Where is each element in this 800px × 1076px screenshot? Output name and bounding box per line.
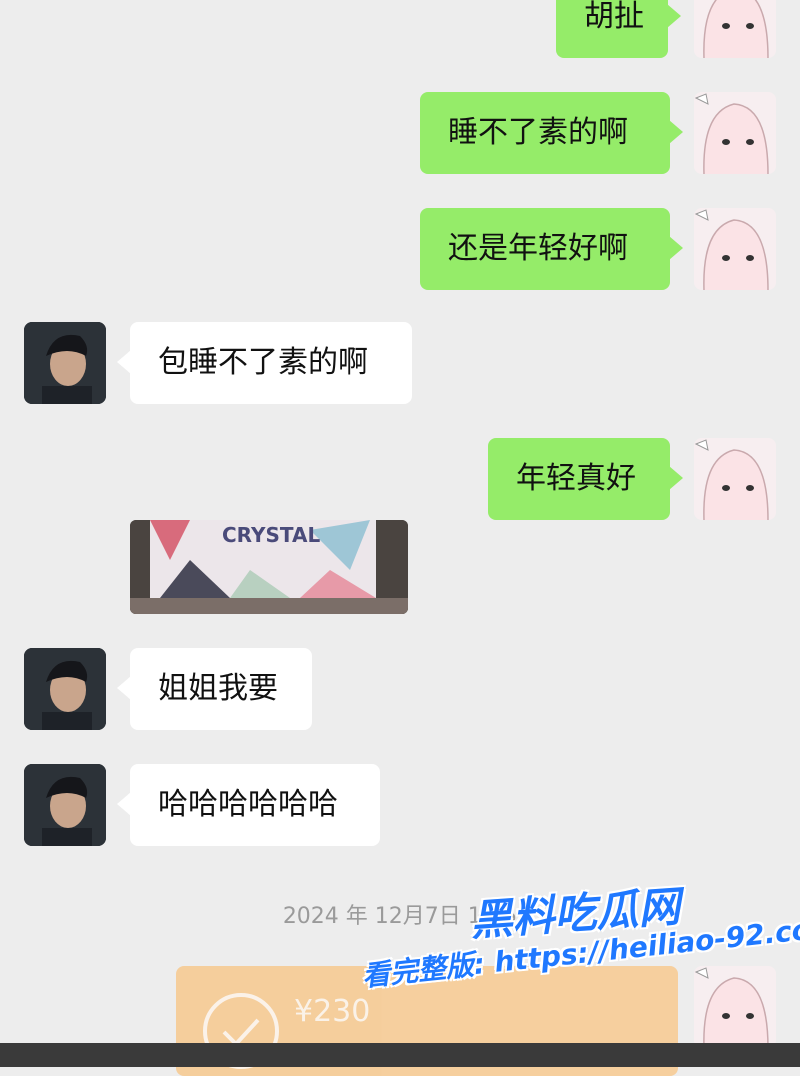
anime-girl-avatar-icon xyxy=(694,0,776,58)
anime-girl-avatar-icon xyxy=(694,208,776,290)
message-bubble[interactable]: 包睡不了素的啊 xyxy=(117,322,412,404)
message-text: 姐姐我要 xyxy=(158,671,278,706)
message-bubble[interactable]: 还是年轻好啊 xyxy=(420,208,683,290)
message-bubble[interactable]: 睡不了素的啊 xyxy=(420,92,683,174)
contact-avatar[interactable] xyxy=(24,322,106,404)
my-avatar[interactable] xyxy=(694,966,776,1048)
bottom-bar xyxy=(0,1043,800,1067)
message-text: 年轻真好 xyxy=(516,461,636,496)
crystal-sign-image: CRYSTAL xyxy=(130,520,408,614)
message-bubble[interactable]: 姐姐我要 xyxy=(117,648,312,730)
young-man-avatar-icon xyxy=(24,648,106,730)
young-man-avatar-icon xyxy=(24,322,106,404)
message-text: 哈哈哈哈哈哈 xyxy=(158,787,338,822)
message-text: 睡不了素的啊 xyxy=(448,115,628,150)
contact-avatar[interactable] xyxy=(24,648,106,730)
my-avatar[interactable] xyxy=(694,208,776,290)
image-caption: CRYSTAL xyxy=(222,523,320,547)
message-text: 胡扯 xyxy=(584,0,644,34)
my-avatar[interactable] xyxy=(694,92,776,174)
message-bubble[interactable]: 年轻真好 xyxy=(488,438,683,520)
anime-girl-avatar-icon xyxy=(694,438,776,520)
anime-girl-avatar-icon xyxy=(694,966,776,1048)
my-avatar[interactable] xyxy=(694,0,776,58)
message-text: 还是年轻好啊 xyxy=(448,231,628,266)
message-bubble[interactable]: 胡扯 xyxy=(556,0,681,58)
image-message[interactable]: CRYSTAL xyxy=(130,520,408,614)
young-man-avatar-icon xyxy=(24,764,106,846)
message-bubble[interactable]: 哈哈哈哈哈哈 xyxy=(117,764,380,846)
message-text: 包睡不了素的啊 xyxy=(158,345,368,380)
contact-avatar[interactable] xyxy=(24,764,106,846)
my-avatar[interactable] xyxy=(694,438,776,520)
transfer-amount: ¥230 xyxy=(294,994,371,1029)
anime-girl-avatar-icon xyxy=(694,92,776,174)
